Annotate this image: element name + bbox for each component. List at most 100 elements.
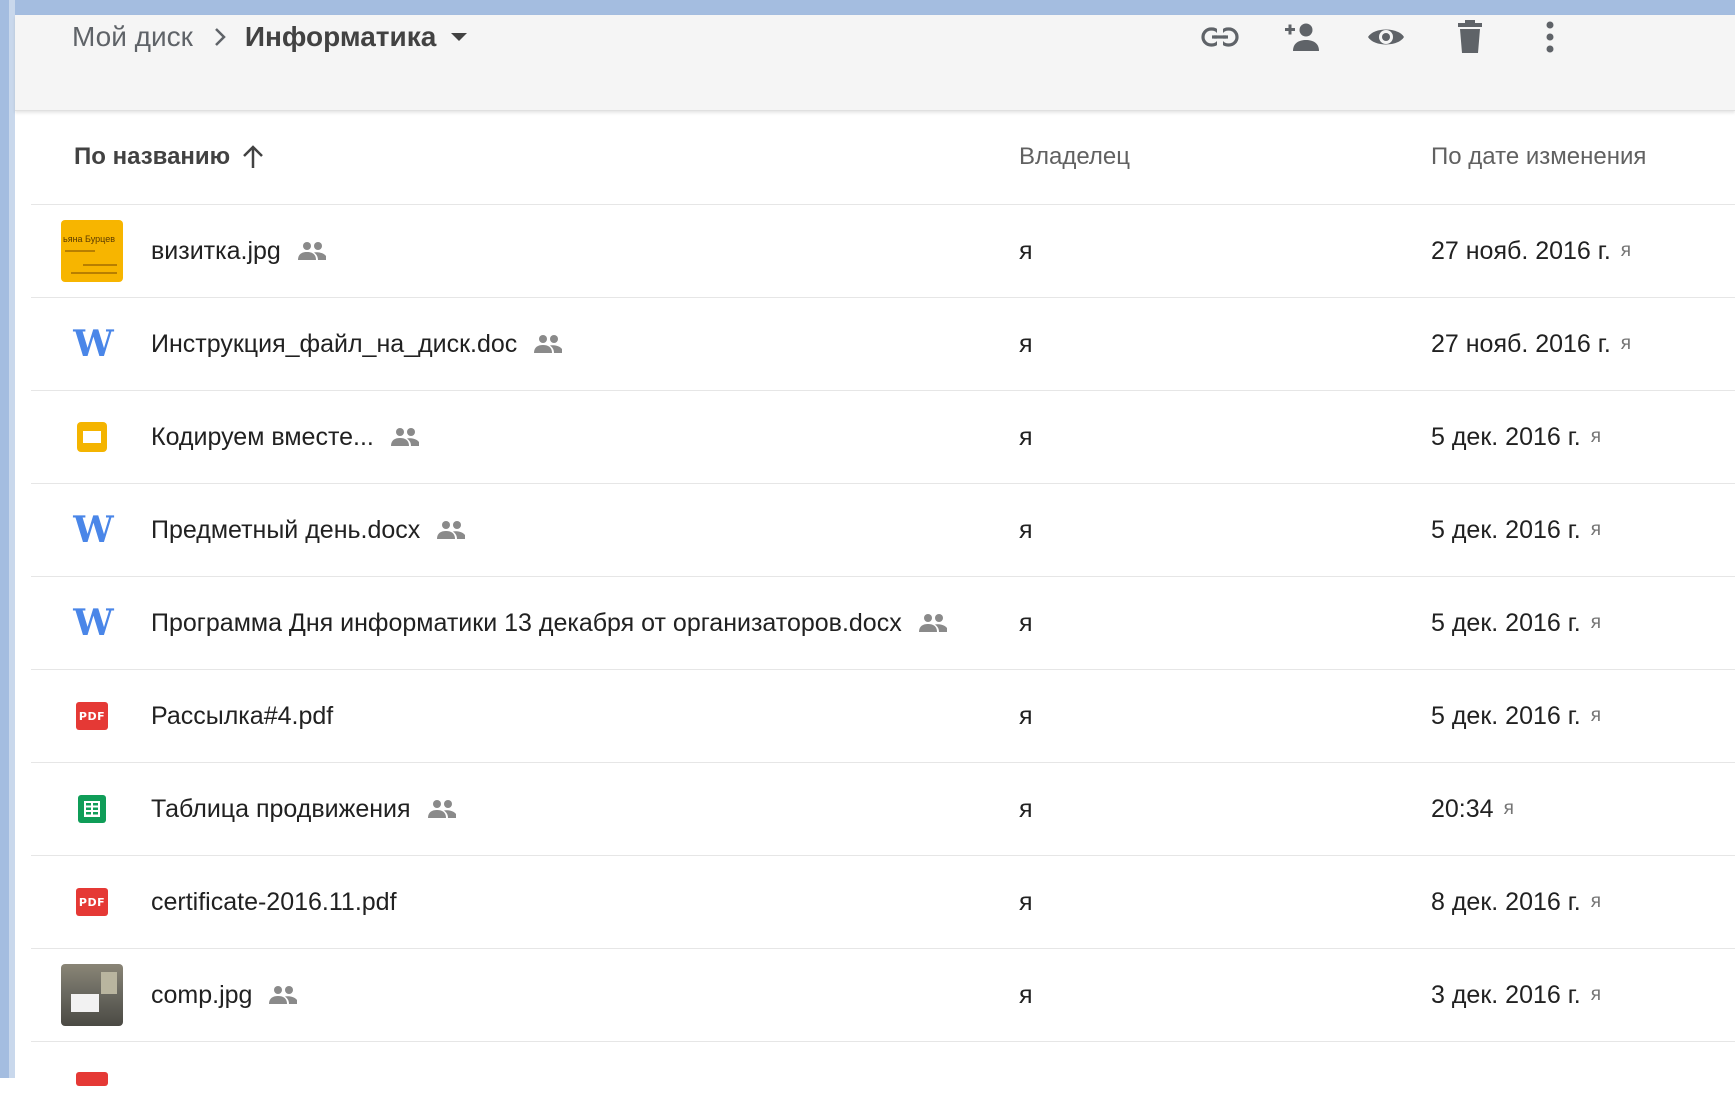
- file-modified-date: 20:34: [1431, 794, 1494, 823]
- word-doc-icon: W: [73, 602, 113, 644]
- sort-by-name-header[interactable]: По названию: [74, 110, 264, 204]
- shared-people-icon: [297, 241, 327, 261]
- file-row[interactable]: W Программа Дня информатики 13 декабря о…: [31, 577, 1735, 670]
- file-modified-by: я: [1590, 984, 1602, 1005]
- file-name: comp.jpg: [151, 980, 253, 1009]
- file-row[interactable]: PDF Рассылка#4.pdf я 5 дек. 2016 г. я: [31, 670, 1735, 763]
- image-thumbnail-icon: [61, 964, 123, 1026]
- file-owner: я: [1019, 980, 1033, 1009]
- file-name: визитка.jpg: [151, 236, 281, 265]
- file-modified-cell: 5 дек. 2016 г. я: [1431, 484, 1601, 576]
- arrow-up-icon: [243, 145, 264, 168]
- caret-down-icon[interactable]: [450, 32, 468, 42]
- file-name: Рассылка#4.pdf: [151, 701, 334, 730]
- file-row[interactable]: PDF certificate-2016.11.pdf я 8 дек. 201…: [31, 856, 1735, 949]
- get-link-button[interactable]: [1197, 17, 1243, 57]
- file-modified-cell: 5 дек. 2016 г. я: [1431, 391, 1601, 483]
- preview-eye-icon: [1368, 29, 1404, 45]
- file-owner: я: [1019, 794, 1033, 823]
- preview-button[interactable]: [1363, 17, 1409, 57]
- file-name: Таблица продвижения: [151, 794, 411, 823]
- image-thumbnail-icon: ьяна Бурцев: [61, 220, 123, 282]
- breadcrumb-root-my-drive[interactable]: Мой диск: [72, 21, 193, 53]
- file-name: Предметный день.docx: [151, 515, 421, 544]
- file-modified-cell: 8 дек. 2016 г. я: [1431, 856, 1601, 948]
- file-row[interactable]: W Инструкция_файл_на_диск.doc я 27 нояб.…: [31, 298, 1735, 391]
- file-row[interactable]: Кодируем вместе... я 5 дек. 2016 г. я: [31, 391, 1735, 484]
- file-row[interactable]: comp.jpg я 3 дек. 2016 г. я: [31, 949, 1735, 1042]
- file-icon-cell: [61, 1072, 123, 1102]
- file-name-cell: визитка.jpg: [151, 205, 327, 297]
- file-modified-by: я: [1590, 426, 1602, 447]
- file-name-cell: Таблица продвижения: [151, 763, 457, 855]
- file-modified-date: 27 нояб. 2016 г.: [1431, 236, 1611, 265]
- file-modified-date: 5 дек. 2016 г.: [1431, 608, 1581, 637]
- file-modified-by: я: [1620, 333, 1632, 354]
- file-thumbnail: ьяна Бурцев: [61, 205, 123, 297]
- file-row-partial[interactable]: [31, 1042, 1735, 1102]
- file-row[interactable]: W Предметный день.docx я 5 дек. 2016 г. …: [31, 484, 1735, 577]
- shared-people-icon: [390, 427, 420, 447]
- file-modified-cell: 5 дек. 2016 г. я: [1431, 670, 1601, 762]
- drive-toolbar: Мой диск Информатика: [15, 15, 1735, 111]
- file-modified-by: я: [1590, 705, 1602, 726]
- sort-by-modified-header[interactable]: По дате изменения: [1431, 110, 1646, 204]
- pdf-icon: PDF: [76, 888, 108, 916]
- shared-people-icon: [427, 799, 457, 819]
- file-name-cell: Рассылка#4.pdf: [151, 670, 333, 762]
- file-owner: я: [1019, 515, 1033, 544]
- file-name-cell: Предметный день.docx: [151, 484, 466, 576]
- breadcrumb-current-folder[interactable]: Информатика: [245, 21, 436, 53]
- file-owner: я: [1019, 608, 1033, 637]
- file-modified-by: я: [1590, 519, 1602, 540]
- file-modified-cell: 27 нояб. 2016 г. я: [1431, 298, 1631, 390]
- shared-people-icon: [533, 334, 563, 354]
- pdf-icon: PDF: [76, 702, 108, 730]
- more-actions-button[interactable]: [1527, 17, 1573, 57]
- file-owner: я: [1019, 701, 1033, 730]
- delete-button[interactable]: [1447, 17, 1493, 57]
- window-left-border: [0, 0, 15, 1078]
- more-vert-icon: [1546, 21, 1554, 53]
- file-modified-cell: 27 нояб. 2016 г. я: [1431, 205, 1631, 297]
- file-modified-date: 5 дек. 2016 г.: [1431, 422, 1581, 451]
- file-modified-by: я: [1590, 612, 1602, 633]
- file-owner: я: [1019, 236, 1033, 265]
- file-owner: я: [1019, 887, 1033, 916]
- file-row[interactable]: ьяна Бурцев визитка.jpg я 27 нояб. 2016 …: [31, 205, 1735, 298]
- word-doc-icon: W: [73, 509, 113, 551]
- file-owner: я: [1019, 422, 1033, 451]
- file-icon-cell: W: [61, 577, 123, 669]
- file-list-header: По названию Владелец По дате изменения: [31, 110, 1735, 205]
- file-icon-cell: W: [61, 298, 123, 390]
- file-modified-date: 5 дек. 2016 г.: [1431, 515, 1581, 544]
- add-person-icon: [1285, 23, 1319, 51]
- word-doc-icon: W: [73, 323, 113, 365]
- file-name-cell: certificate-2016.11.pdf: [151, 856, 397, 948]
- file-modified-date: 3 дек. 2016 г.: [1431, 980, 1581, 1009]
- file-modified-date: 5 дек. 2016 г.: [1431, 701, 1581, 730]
- column-name-label: По названию: [74, 143, 231, 170]
- sheets-icon: [78, 795, 106, 823]
- file-name-cell: Кодируем вместе...: [151, 391, 420, 483]
- file-name-cell: Инструкция_файл_на_диск.doc: [151, 298, 563, 390]
- file-icon-cell: PDF: [61, 856, 123, 948]
- window-top-border: [0, 0, 1735, 15]
- file-icon-cell: [61, 391, 123, 483]
- share-button[interactable]: [1280, 17, 1326, 57]
- slides-icon: [77, 422, 107, 452]
- chevron-right-icon: [213, 26, 227, 48]
- shared-people-icon: [268, 985, 298, 1005]
- file-row[interactable]: Таблица продвижения я 20:34 я: [31, 763, 1735, 856]
- file-modified-by: я: [1590, 891, 1602, 912]
- file-icon-cell: W: [61, 484, 123, 576]
- pdf-icon: [76, 1072, 108, 1086]
- file-list: По названию Владелец По дате изменения ь…: [31, 110, 1735, 1102]
- file-name: Кодируем вместе...: [151, 422, 374, 451]
- file-modified-cell: 5 дек. 2016 г. я: [1431, 577, 1601, 669]
- file-icon-cell: [61, 763, 123, 855]
- file-icon-cell: PDF: [61, 670, 123, 762]
- file-name: certificate-2016.11.pdf: [151, 887, 397, 916]
- file-name-cell: Программа Дня информатики 13 декабря от …: [151, 577, 948, 669]
- shared-people-icon: [918, 613, 948, 633]
